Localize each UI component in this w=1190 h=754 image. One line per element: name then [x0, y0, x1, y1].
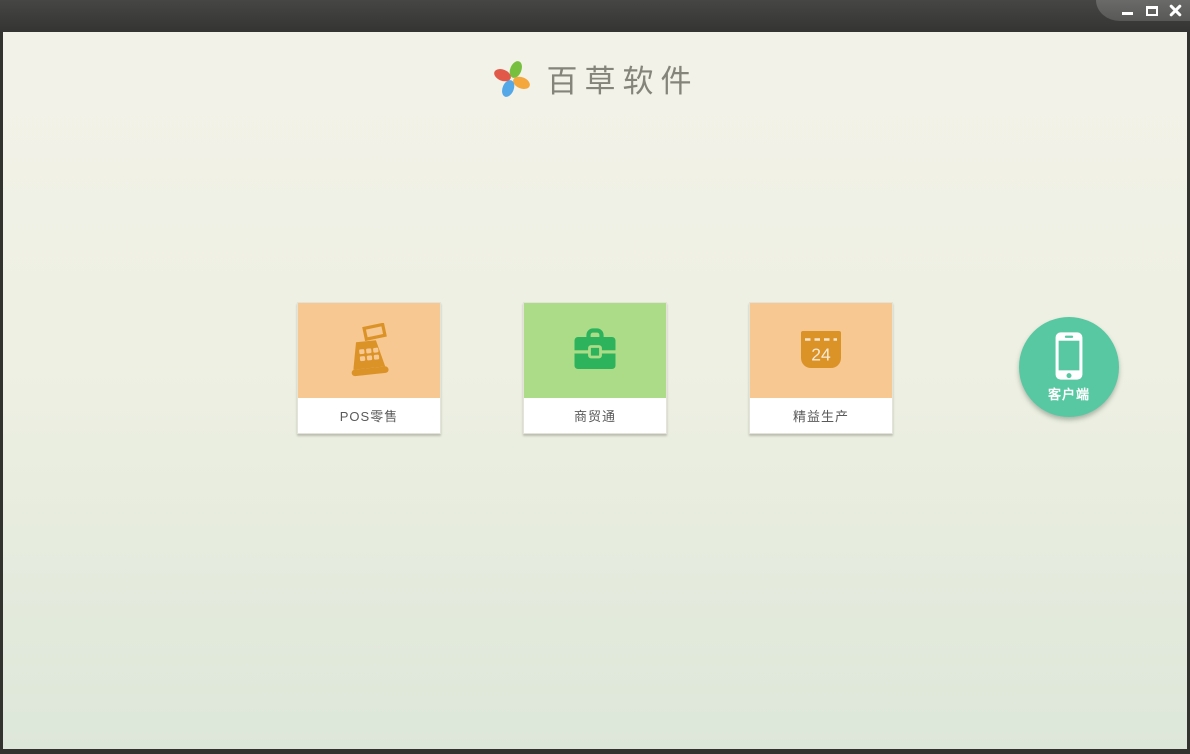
app-title: 百草软件: [546, 64, 699, 100]
window-controls: [1096, 0, 1190, 21]
card-trade[interactable]: 商贸通: [523, 302, 667, 434]
card-pos-retail-label: POS零售: [298, 398, 440, 433]
card-lean-production-label: 精益生产: [750, 398, 892, 433]
client-button[interactable]: 客户端: [1019, 317, 1119, 417]
card-trade-label: 商贸通: [524, 398, 666, 433]
product-cards: POS零售 商贸通 24 精益生产: [297, 302, 893, 434]
briefcase-icon: [574, 327, 616, 369]
client-button-label: 客户端: [1047, 387, 1090, 402]
close-button[interactable]: [1165, 2, 1186, 20]
card-pos-retail-tile: [298, 303, 440, 398]
calendar-icon: 24: [801, 330, 841, 368]
card-lean-production[interactable]: 24 精益生产: [749, 302, 893, 434]
maximize-button[interactable]: [1141, 2, 1162, 20]
card-pos-retail[interactable]: POS零售: [297, 302, 441, 434]
calendar-day-number: 24: [811, 344, 831, 364]
smartphone-icon: [1055, 332, 1083, 380]
minimize-button[interactable]: [1117, 2, 1138, 20]
main-content: 百草软件 POS零售 商贸通 24 精益生产 客户端: [3, 32, 1187, 749]
close-icon: [1169, 4, 1182, 17]
pinwheel-icon: [493, 60, 530, 97]
titlebar: [0, 0, 1190, 32]
maximize-icon: [1145, 5, 1158, 16]
brand-header: 百草软件: [3, 56, 1187, 101]
cash-register-icon: [351, 322, 389, 376]
card-lean-production-tile: 24: [750, 303, 892, 398]
minimize-icon: [1122, 12, 1133, 15]
card-trade-tile: [524, 303, 666, 398]
